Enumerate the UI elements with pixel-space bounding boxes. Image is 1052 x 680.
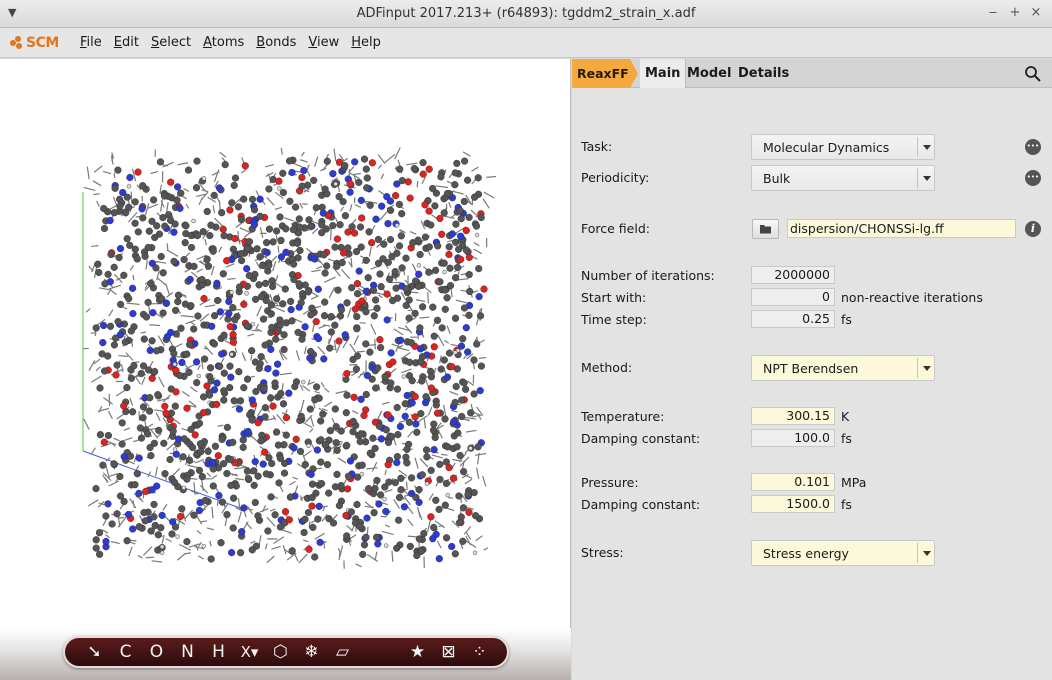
iterations-label: Number of iterations: xyxy=(581,268,715,283)
method-select[interactable]: NPT Berendsen xyxy=(751,355,935,381)
pressure-input[interactable]: 0.101 xyxy=(751,473,835,491)
favorites-tool[interactable]: ★ xyxy=(402,640,433,664)
ring-tool[interactable]: ⬡ xyxy=(265,640,296,664)
minimize-icon[interactable]: ‒ xyxy=(984,4,1002,22)
molecule-viewer[interactable] xyxy=(0,59,571,628)
pressure-damping-input[interactable]: 1500.0 xyxy=(751,495,835,513)
periodicity-select[interactable]: Bulk xyxy=(751,165,935,191)
pressure-unit: MPa xyxy=(841,475,867,490)
menu-select[interactable]: Select xyxy=(151,35,191,50)
menu-bonds[interactable]: Bonds xyxy=(256,35,296,50)
chevron-down-icon xyxy=(917,358,934,378)
chevron-down-icon xyxy=(917,137,934,157)
task-select[interactable]: Molecular Dynamics xyxy=(751,134,935,160)
pressure-damping-unit: fs xyxy=(841,497,852,512)
temperature-unit: K xyxy=(841,409,850,424)
carbon-tool[interactable]: C xyxy=(110,640,141,664)
force-field-label: Force field: xyxy=(581,221,650,236)
temperature-input[interactable]: 300.15 xyxy=(751,407,835,425)
nitrogen-tool[interactable]: N xyxy=(172,640,203,664)
temperature-damping-label: Damping constant: xyxy=(581,431,701,446)
tab-main[interactable]: Main xyxy=(640,59,687,88)
menu-file[interactable]: File xyxy=(80,35,102,50)
editing-toolbar: ➘ C O N H X▾ ⬡ ❄ ▱ ★ ⊠ ⁘ xyxy=(63,636,509,668)
pressure-damping-label: Damping constant: xyxy=(581,497,701,512)
menu-view[interactable]: View xyxy=(308,35,339,50)
stress-label: Stress: xyxy=(581,545,624,560)
slab-tool[interactable]: ▱ xyxy=(327,640,358,664)
menu-items: File Edit Select Atoms Bonds View Help xyxy=(80,35,393,50)
scm-logo-text: SCM xyxy=(26,35,59,51)
engine-tab-reaxff[interactable]: ReaxFF xyxy=(572,59,638,88)
method-label: Method: xyxy=(581,360,633,375)
start-with-input[interactable]: 0 xyxy=(751,288,835,306)
folder-icon xyxy=(760,225,771,234)
time-step-unit: fs xyxy=(841,312,852,327)
pressure-label: Pressure: xyxy=(581,475,639,490)
scm-logo-icon xyxy=(10,36,24,50)
temperature-damping-unit: fs xyxy=(841,431,852,446)
more-tools[interactable]: ⁘ xyxy=(464,640,495,664)
task-label: Task: xyxy=(581,139,613,154)
stress-value: Stress energy xyxy=(763,546,849,561)
force-field-input[interactable]: dispersion/CHONSSi-lg.ff xyxy=(787,219,1016,238)
atom-cloud xyxy=(83,147,497,569)
menu-edit[interactable]: Edit xyxy=(114,35,139,50)
chevron-down-icon xyxy=(917,543,934,563)
other-element-tool[interactable]: X▾ xyxy=(234,640,265,664)
oxygen-tool[interactable]: O xyxy=(141,640,172,664)
chevron-down-icon xyxy=(917,168,934,188)
start-with-unit: non-reactive iterations xyxy=(841,290,983,305)
menu-help[interactable]: Help xyxy=(351,35,381,50)
start-with-label: Start with: xyxy=(581,290,647,305)
hydrogen-tool[interactable]: H xyxy=(203,640,234,664)
scm-logo[interactable]: SCM xyxy=(10,34,59,52)
close-icon[interactable]: × xyxy=(1027,4,1045,22)
task-more-icon[interactable] xyxy=(1025,138,1041,155)
window-title: ADFinput 2017.213+ (r64893): tgddm2_stra… xyxy=(356,6,696,21)
iterations-input[interactable]: 2000000 xyxy=(751,266,835,284)
temperature-damping-input[interactable]: 100.0 xyxy=(751,429,835,447)
search-icon[interactable] xyxy=(1024,65,1042,83)
force-field-browse-button[interactable] xyxy=(752,219,779,239)
periodicity-value: Bulk xyxy=(763,171,791,186)
tab-details[interactable]: Details xyxy=(733,59,794,88)
temperature-label: Temperature: xyxy=(581,409,665,424)
periodicity-more-icon[interactable] xyxy=(1025,169,1041,186)
title-bar: ▼ ADFinput 2017.213+ (r64893): tgddm2_st… xyxy=(0,0,1052,28)
cell-tool[interactable]: ⊠ xyxy=(433,640,464,664)
stress-select[interactable]: Stress energy xyxy=(751,540,935,566)
select-arrow-tool[interactable]: ➘ xyxy=(79,640,110,664)
time-step-input[interactable]: 0.25 xyxy=(751,310,835,328)
structure-tool[interactable]: ❄ xyxy=(296,640,327,664)
menu-atoms[interactable]: Atoms xyxy=(203,35,244,50)
molecule-canvas[interactable] xyxy=(0,59,571,628)
tab-bar: ReaxFF Main Model Details xyxy=(572,59,1052,88)
settings-panel: ReaxFF Main Model Details Task: Molecula… xyxy=(572,59,1052,680)
tab-model[interactable]: Model xyxy=(682,59,736,88)
menu-bar: SCM File Edit Select Atoms Bonds View He… xyxy=(0,28,1052,58)
method-value: NPT Berendsen xyxy=(763,361,859,376)
periodicity-label: Periodicity: xyxy=(581,170,650,185)
maximize-icon[interactable]: + xyxy=(1006,4,1024,22)
task-value: Molecular Dynamics xyxy=(763,140,890,155)
time-step-label: Time step: xyxy=(581,312,647,327)
info-icon[interactable]: i xyxy=(1025,221,1041,237)
